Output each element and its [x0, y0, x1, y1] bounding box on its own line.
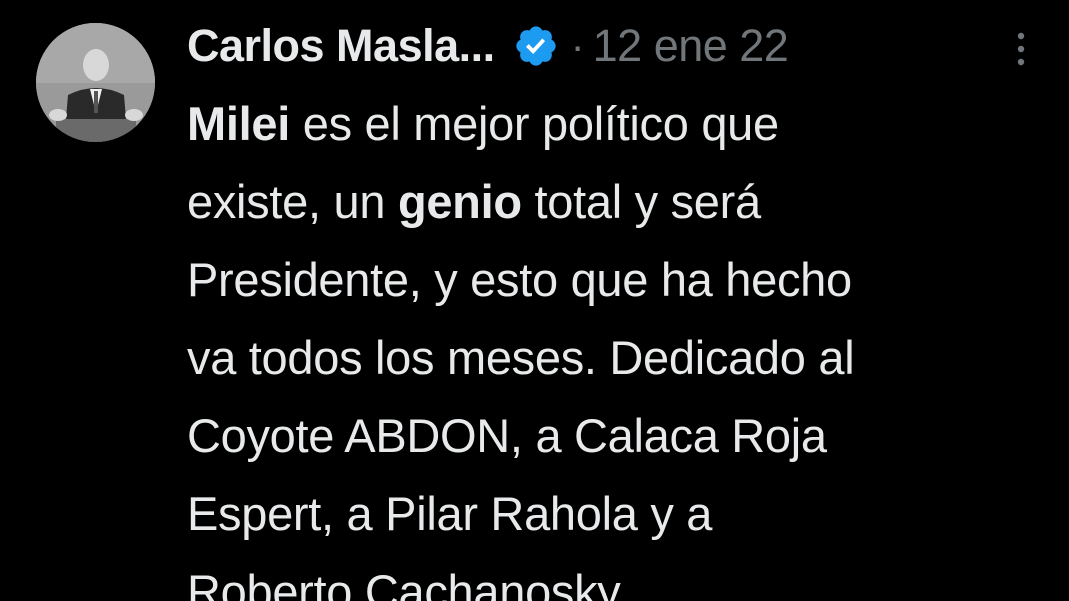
mention-bold: Milei	[187, 97, 290, 150]
tweet-date[interactable]: 12 ene 22	[593, 20, 789, 72]
author-name[interactable]: Carlos Masla...	[187, 20, 495, 72]
more-options-icon[interactable]	[1010, 30, 1032, 68]
verified-badge-icon[interactable]	[513, 23, 559, 69]
header-separator: ·	[570, 22, 585, 69]
avatar-photo-icon	[36, 23, 155, 142]
author-avatar[interactable]	[36, 23, 155, 142]
tweet-card[interactable]: Carlos Masla... · 12 ene 22 Milei es el …	[0, 0, 1069, 601]
text-span: es el mejor político que	[289, 97, 779, 150]
text-span: existe, un	[187, 175, 398, 228]
text-span: total y será	[521, 175, 762, 228]
tweet-header: Carlos Masla... · 12 ene 22	[187, 14, 789, 78]
highlight-bold: genio	[397, 175, 522, 228]
tweet-text-line: Coyote ABDON, a Calaca Roja	[187, 409, 827, 462]
tweet-text-line: Presidente, y esto que ha hecho	[187, 253, 852, 306]
tweet-text-line: existe, un genio total y será	[187, 163, 1057, 241]
tweet-text: Milei es el mejor político que existe, u…	[187, 85, 1057, 601]
tweet-text-line: va todos los meses. Dedicado al	[187, 331, 855, 384]
tweet-text-line: Milei es el mejor político que	[187, 85, 1057, 163]
tweet-text-line: Espert, a Pilar Rahola y a	[187, 487, 713, 540]
tweet-text-line: Roberto Cachanosky.	[187, 565, 630, 601]
